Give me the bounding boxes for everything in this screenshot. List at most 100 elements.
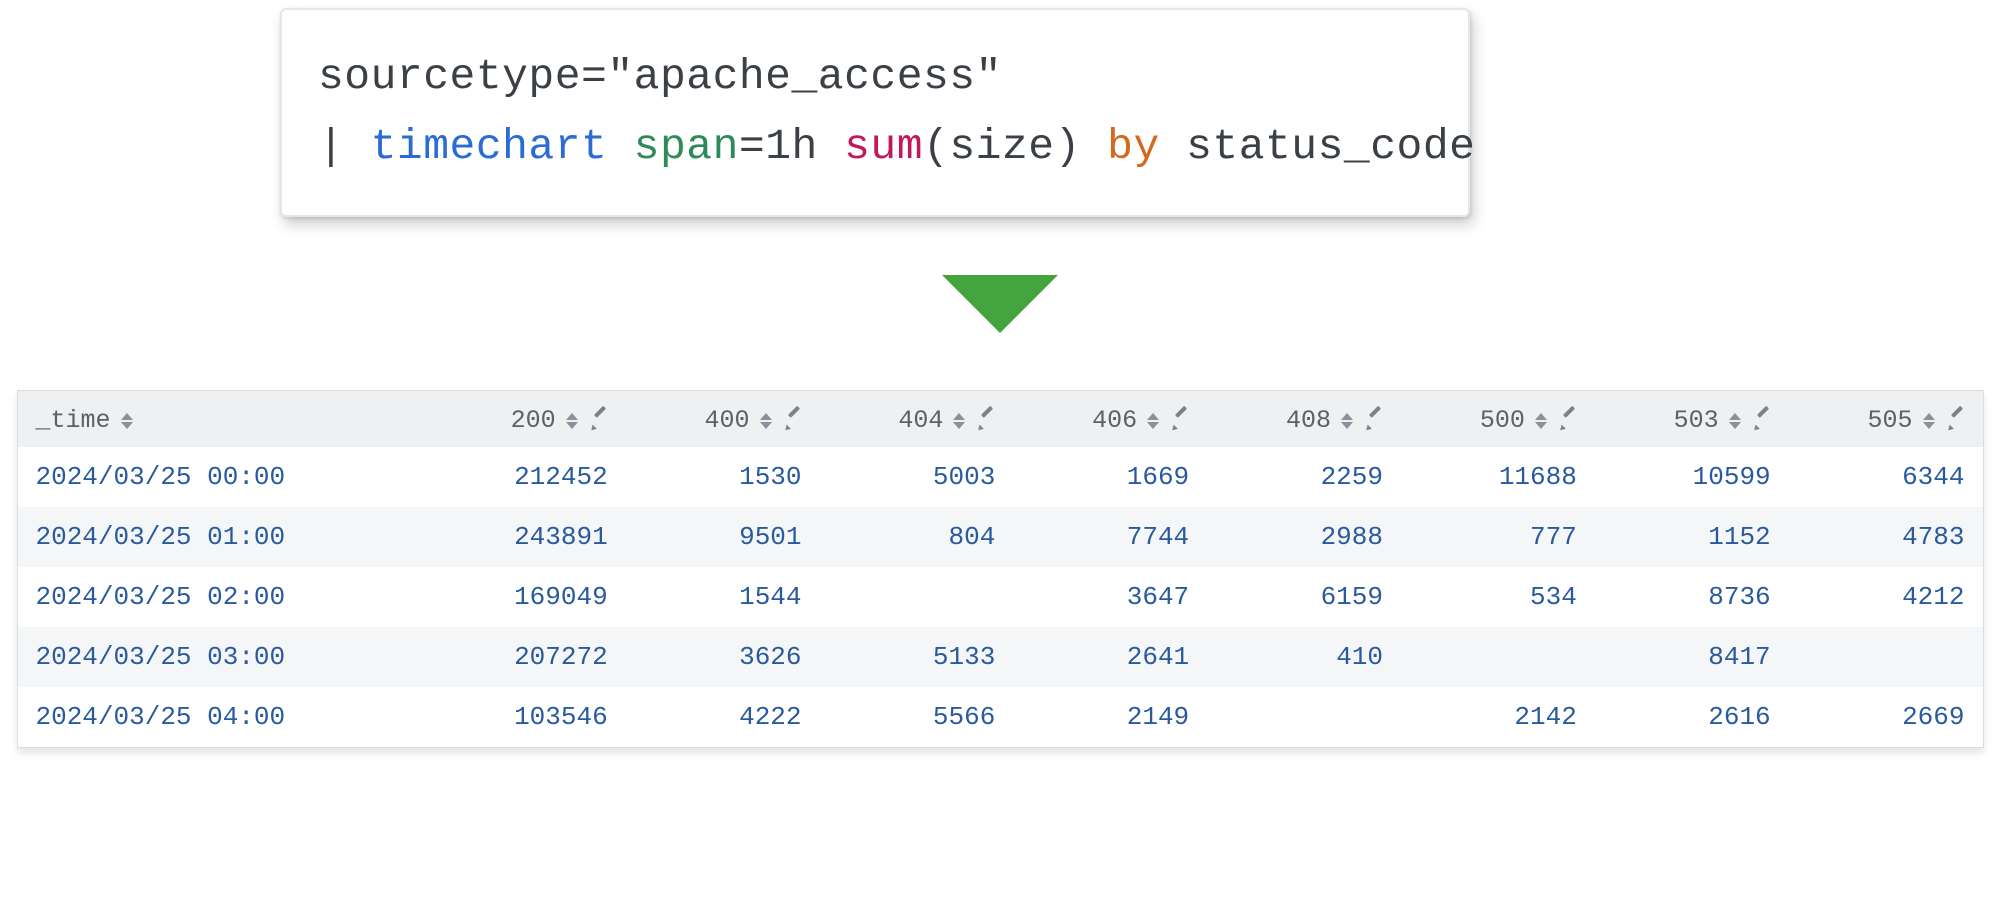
cell-value[interactable]: 3647 (1013, 567, 1207, 627)
cell-value[interactable]: 207272 (432, 627, 626, 687)
sort-icon[interactable] (121, 413, 133, 429)
column-header-404[interactable]: 404 (820, 391, 1014, 447)
table-row: 2024/03/25 03:00 207272 3626 5133 2641 4… (18, 627, 1983, 687)
column-header-label: 505 (1867, 406, 1912, 435)
search-query-container: sourcetype="apache_access" | timechart s… (280, 8, 1470, 217)
cell-value[interactable]: 777 (1401, 507, 1595, 567)
query-line-1: sourcetype="apache_access" (318, 52, 1002, 101)
cell-value[interactable]: 804 (820, 507, 1014, 567)
sort-icon[interactable] (1729, 413, 1741, 429)
pencil-icon[interactable] (1755, 413, 1771, 429)
query-function-args: (size) (923, 122, 1107, 171)
cell-value[interactable]: 9501 (626, 507, 820, 567)
column-header-label: 500 (1480, 406, 1525, 435)
cell-time[interactable]: 2024/03/25 04:00 (18, 687, 432, 747)
cell-value[interactable]: 169049 (432, 567, 626, 627)
sort-icon[interactable] (1341, 413, 1353, 429)
column-header-500[interactable]: 500 (1401, 391, 1595, 447)
cell-value[interactable]: 5003 (820, 447, 1014, 507)
search-query-input[interactable]: sourcetype="apache_access" | timechart s… (280, 8, 1470, 217)
sort-icon[interactable] (1923, 413, 1935, 429)
query-command: timechart (371, 122, 608, 171)
cell-value[interactable]: 103546 (432, 687, 626, 747)
cell-value[interactable]: 1544 (626, 567, 820, 627)
cell-value[interactable]: 243891 (432, 507, 626, 567)
arrow-down-icon (942, 275, 1058, 333)
query-function: sum (844, 122, 923, 171)
cell-value[interactable]: 2669 (1789, 687, 1983, 747)
cell-time[interactable]: 2024/03/25 03:00 (18, 627, 432, 687)
query-arg-name: span (634, 122, 739, 171)
table-row: 2024/03/25 02:00 169049 1544 3647 6159 5… (18, 567, 1983, 627)
query-pipe: | (318, 122, 371, 171)
cell-value[interactable]: 2142 (1401, 687, 1595, 747)
cell-value[interactable]: 5133 (820, 627, 1014, 687)
cell-value[interactable] (1207, 687, 1401, 747)
cell-value[interactable]: 8417 (1595, 627, 1789, 687)
cell-value[interactable]: 1152 (1595, 507, 1789, 567)
column-header-505[interactable]: 505 (1789, 391, 1983, 447)
sort-icon[interactable] (566, 413, 578, 429)
cell-value[interactable] (1789, 627, 1983, 687)
pencil-icon[interactable] (1367, 413, 1383, 429)
cell-value[interactable]: 11688 (1401, 447, 1595, 507)
cell-value[interactable]: 6159 (1207, 567, 1401, 627)
column-header-406[interactable]: 406 (1013, 391, 1207, 447)
query-arg-rest: =1h (739, 122, 844, 171)
column-header-label: 400 (705, 406, 750, 435)
pencil-icon[interactable] (1949, 413, 1965, 429)
column-header-label: 406 (1092, 406, 1137, 435)
cell-value[interactable]: 5566 (820, 687, 1014, 747)
table-row: 2024/03/25 00:00 212452 1530 5003 1669 2… (18, 447, 1983, 507)
cell-value[interactable]: 3626 (626, 627, 820, 687)
column-header-400[interactable]: 400 (626, 391, 820, 447)
query-by-field: status_code (1160, 122, 1476, 171)
cell-time[interactable]: 2024/03/25 02:00 (18, 567, 432, 627)
pencil-icon[interactable] (1173, 413, 1189, 429)
sort-icon[interactable] (1535, 413, 1547, 429)
cell-value[interactable]: 6344 (1789, 447, 1983, 507)
pencil-icon[interactable] (592, 413, 608, 429)
column-header-time[interactable]: _time (18, 391, 432, 447)
cell-value[interactable]: 212452 (432, 447, 626, 507)
cell-value[interactable]: 7744 (1013, 507, 1207, 567)
pencil-icon[interactable] (1561, 413, 1577, 429)
cell-value[interactable]: 1669 (1013, 447, 1207, 507)
column-header-label: _time (36, 406, 111, 435)
cell-value[interactable]: 4783 (1789, 507, 1983, 567)
column-header-408[interactable]: 408 (1207, 391, 1401, 447)
cell-time[interactable]: 2024/03/25 01:00 (18, 507, 432, 567)
cell-value[interactable]: 4222 (626, 687, 820, 747)
cell-value[interactable]: 410 (1207, 627, 1401, 687)
cell-value[interactable]: 1530 (626, 447, 820, 507)
cell-value[interactable]: 534 (1401, 567, 1595, 627)
cell-value[interactable] (1401, 627, 1595, 687)
table-row: 2024/03/25 01:00 243891 9501 804 7744 29… (18, 507, 1983, 567)
table-header-row: _time 200 400 404 406 408 500 503 505 (18, 391, 1983, 447)
cell-value[interactable]: 2259 (1207, 447, 1401, 507)
cell-value[interactable]: 2988 (1207, 507, 1401, 567)
column-header-503[interactable]: 503 (1595, 391, 1789, 447)
flow-arrow-container (0, 275, 2000, 338)
sort-icon[interactable] (760, 413, 772, 429)
column-header-label: 404 (898, 406, 943, 435)
table-row: 2024/03/25 04:00 103546 4222 5566 2149 2… (18, 687, 1983, 747)
column-header-label: 503 (1674, 406, 1719, 435)
cell-value[interactable]: 2149 (1013, 687, 1207, 747)
column-header-label: 200 (511, 406, 556, 435)
cell-time[interactable]: 2024/03/25 00:00 (18, 447, 432, 507)
query-by-keyword: by (1107, 122, 1160, 171)
column-header-label: 408 (1286, 406, 1331, 435)
pencil-icon[interactable] (786, 413, 802, 429)
cell-value[interactable]: 2641 (1013, 627, 1207, 687)
cell-value[interactable]: 8736 (1595, 567, 1789, 627)
cell-value[interactable]: 10599 (1595, 447, 1789, 507)
column-header-200[interactable]: 200 (432, 391, 626, 447)
cell-value[interactable]: 4212 (1789, 567, 1983, 627)
sort-icon[interactable] (1147, 413, 1159, 429)
cell-value[interactable] (820, 567, 1014, 627)
pencil-icon[interactable] (979, 413, 995, 429)
cell-value[interactable]: 2616 (1595, 687, 1789, 747)
sort-icon[interactable] (953, 413, 965, 429)
query-space (607, 122, 633, 171)
